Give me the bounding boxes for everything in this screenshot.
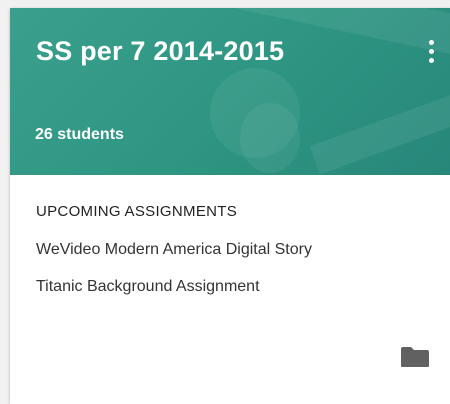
assignment-link[interactable]: WeVideo Modern America Digital Story [36,241,424,259]
class-card-body: UPCOMING ASSIGNMENTS WeVideo Modern Amer… [10,175,450,296]
class-card[interactable]: SS per 7 2014-2015 26 students UPCOMING … [10,8,450,404]
class-title[interactable]: SS per 7 2014-2015 [36,36,284,67]
folder-icon[interactable] [400,346,430,368]
header-background-shape [240,103,300,173]
header-background-stripe [309,91,450,175]
assignment-link[interactable]: Titanic Background Assignment [36,278,424,296]
student-count-link[interactable]: 26 students [35,126,124,144]
more-vertical-icon[interactable] [426,40,436,68]
upcoming-assignments-heading: UPCOMING ASSIGNMENTS [36,203,238,220]
class-card-header[interactable]: SS per 7 2014-2015 26 students [10,8,450,175]
